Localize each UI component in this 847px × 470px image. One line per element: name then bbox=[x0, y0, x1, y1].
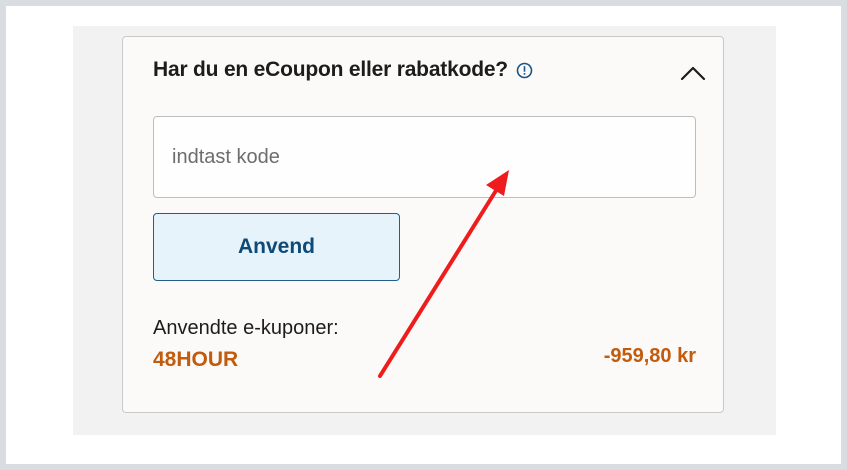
apply-coupon-button[interactable]: Anvend bbox=[153, 213, 400, 281]
applied-coupon-amount: -959,80 kr bbox=[603, 345, 696, 367]
chevron-up-icon[interactable] bbox=[680, 62, 706, 84]
coupon-title: Har du en eCoupon eller rabatkode? bbox=[153, 58, 508, 81]
coupon-code-input[interactable] bbox=[153, 116, 696, 198]
info-icon[interactable] bbox=[516, 62, 533, 79]
applied-coupon-code: 48HOUR bbox=[153, 348, 239, 371]
applied-coupons-label: Anvendte e-kuponer: bbox=[153, 317, 339, 339]
coupon-header: Har du en eCoupon eller rabatkode? bbox=[153, 58, 533, 82]
